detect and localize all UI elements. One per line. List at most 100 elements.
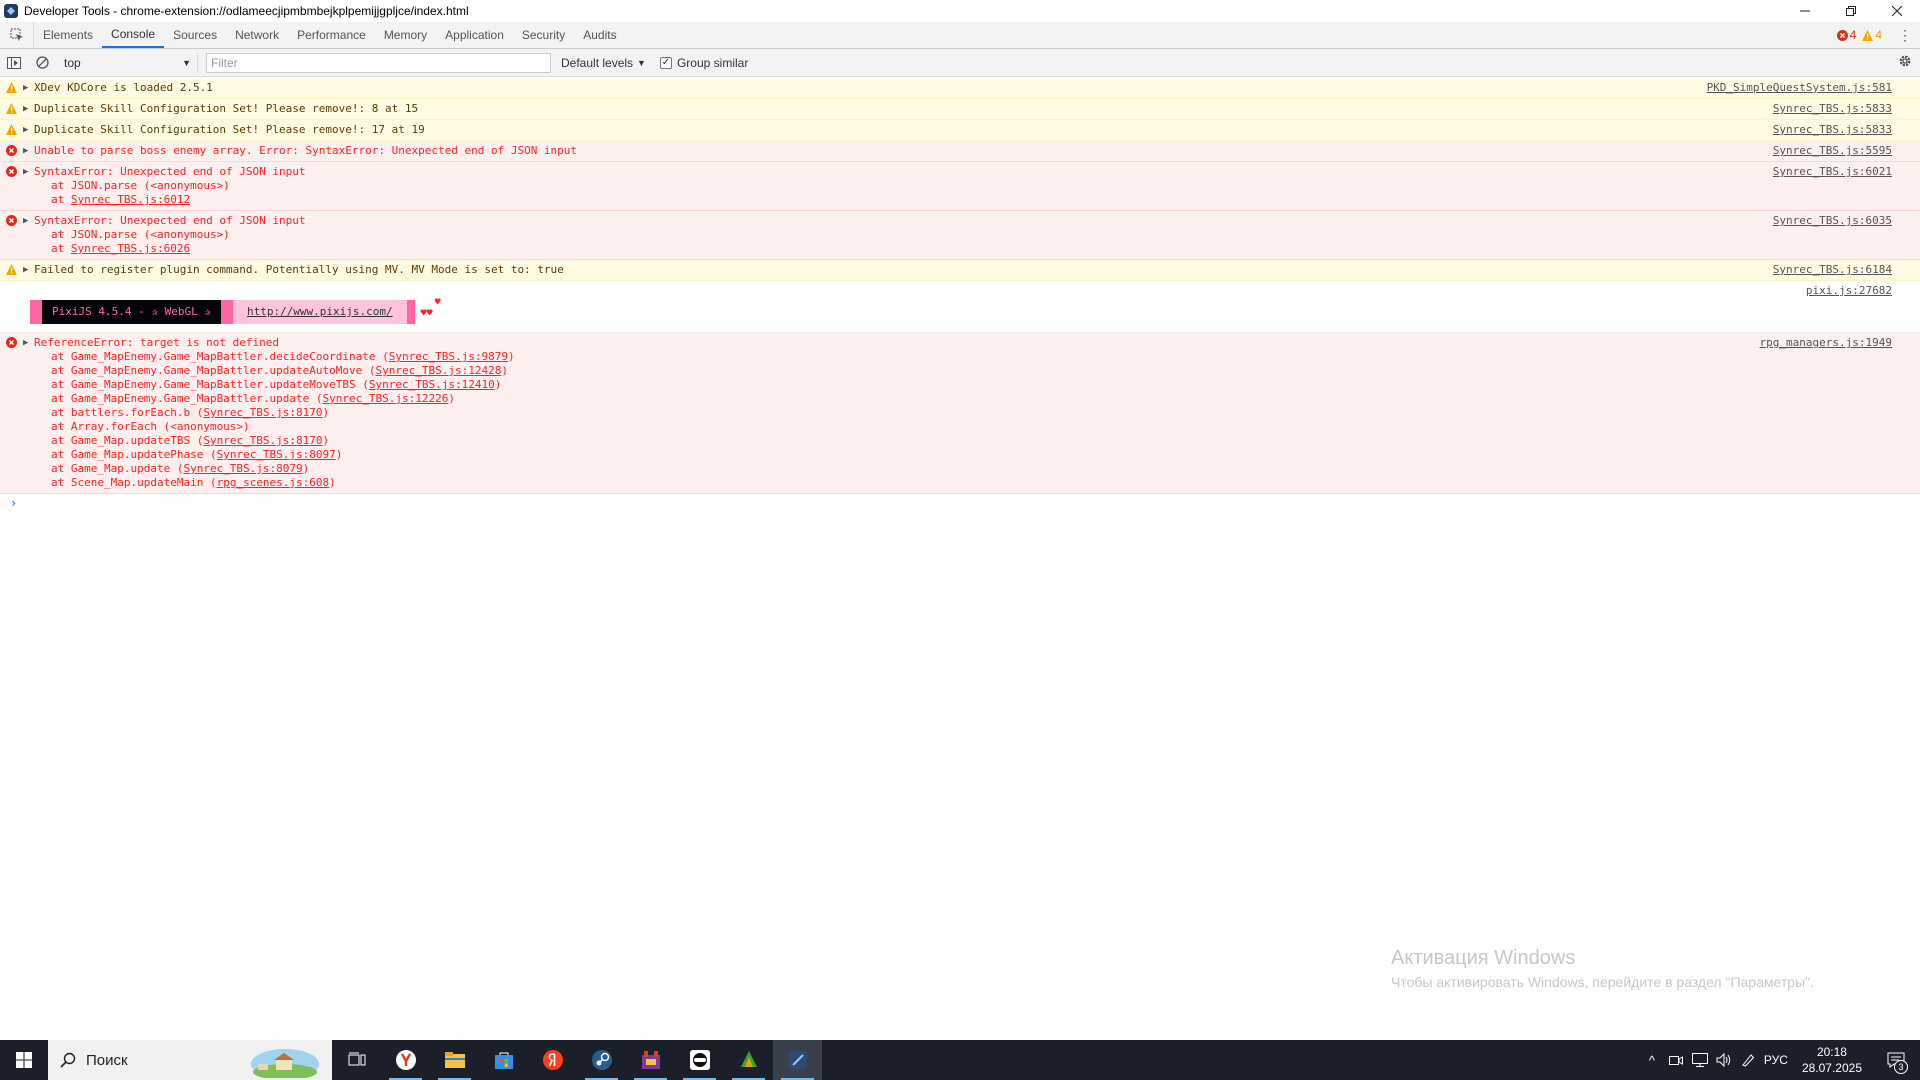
console-message-error[interactable]: ▶ SyntaxError: Unexpected end of JSON in… bbox=[0, 211, 1920, 260]
close-icon[interactable] bbox=[1874, 0, 1920, 22]
stack-trace-link[interactable]: Synrec_TBS.js:8097 bbox=[217, 448, 336, 461]
console-prompt-input[interactable]: › bbox=[0, 494, 1920, 512]
meet-now-icon[interactable] bbox=[1668, 1052, 1684, 1068]
stack-trace-link[interactable]: rpg_scenes.js:608 bbox=[217, 476, 330, 489]
start-button[interactable] bbox=[0, 1040, 48, 1080]
console-message-warning[interactable]: ▶ Failed to register plugin command. Pot… bbox=[0, 260, 1920, 281]
tab-sources[interactable]: Sources bbox=[164, 22, 226, 48]
console-settings-gear-icon[interactable] bbox=[1898, 54, 1912, 71]
stack-trace-line: at JSON.parse (<anonymous>) bbox=[51, 228, 230, 241]
game-icon-1[interactable] bbox=[626, 1040, 675, 1080]
notification-center-icon[interactable]: 3 bbox=[1876, 1040, 1916, 1080]
group-similar-checkbox[interactable]: ✓ bbox=[659, 56, 672, 69]
stack-trace-link[interactable]: Synrec_TBS.js:12410 bbox=[369, 378, 495, 391]
expand-triangle-icon[interactable]: ▶ bbox=[23, 144, 28, 158]
stack-trace-link[interactable]: Synrec_TBS.js:12428 bbox=[376, 364, 502, 377]
tab-elements[interactable]: Elements bbox=[34, 22, 102, 48]
inspect-element-icon[interactable] bbox=[0, 22, 34, 48]
console-message-warning[interactable]: ▶ Duplicate Skill Configuration Set! Ple… bbox=[0, 99, 1920, 120]
source-link[interactable]: Synrec_TBS.js:5595 bbox=[1773, 144, 1892, 158]
stack-trace-link[interactable]: Synrec_TBS.js:8079 bbox=[183, 462, 302, 475]
volume-icon[interactable] bbox=[1716, 1052, 1732, 1068]
windows-taskbar: Поиск ^ РУС 20:18 28.07.2025 3 bbox=[0, 1040, 1920, 1080]
expand-triangle-icon[interactable]: ▶ bbox=[23, 263, 28, 277]
more-options-icon[interactable]: ⋮ bbox=[1898, 27, 1912, 44]
warning-icon bbox=[6, 124, 17, 135]
stack-trace-link[interactable]: Synrec_TBS.js:6012 bbox=[71, 193, 190, 206]
restore-icon[interactable] bbox=[1828, 0, 1874, 22]
search-placeholder: Поиск bbox=[86, 1051, 128, 1069]
filter-input[interactable] bbox=[206, 52, 551, 73]
console-message-error[interactable]: ▶ SyntaxError: Unexpected end of JSON in… bbox=[0, 162, 1920, 211]
tab-performance[interactable]: Performance bbox=[288, 22, 375, 48]
expand-triangle-icon[interactable]: ▶ bbox=[23, 102, 28, 116]
chevron-up-icon[interactable]: ^ bbox=[1644, 1052, 1660, 1068]
expand-triangle-icon[interactable]: ▶ bbox=[23, 123, 28, 137]
taskbar-search-box[interactable]: Поиск bbox=[48, 1040, 332, 1080]
warning-icon bbox=[6, 82, 17, 93]
warning-count-badge[interactable]: 4 bbox=[1862, 28, 1882, 42]
prompt-chevron-icon: › bbox=[10, 496, 18, 510]
stack-trace-line: at Scene_Map.updateMain (rpg_scenes.js:6… bbox=[51, 476, 336, 489]
source-link[interactable]: rpg_managers.js:1949 bbox=[1760, 336, 1892, 350]
group-similar-toggle[interactable]: ✓ Group similar bbox=[659, 56, 748, 70]
stack-trace-link[interactable]: Synrec_TBS.js:8170 bbox=[203, 406, 322, 419]
console-message-warning[interactable]: ▶ XDev KDCore is loaded 2.5.1 PKD_Simple… bbox=[0, 78, 1920, 99]
pixi-version-label: PixiJS 4.5.4 - ✰ WebGL ✰ bbox=[42, 300, 221, 324]
game-icon-2[interactable] bbox=[675, 1040, 724, 1080]
source-link[interactable]: Synrec_TBS.js:6021 bbox=[1773, 165, 1892, 179]
log-levels-dropdown[interactable]: Default levels ▼ bbox=[561, 56, 646, 70]
tab-memory[interactable]: Memory bbox=[375, 22, 436, 48]
taskbar-clock[interactable]: 20:18 28.07.2025 bbox=[1796, 1044, 1868, 1076]
tab-audits[interactable]: Audits bbox=[574, 22, 625, 48]
source-link[interactable]: Synrec_TBS.js:6184 bbox=[1773, 263, 1892, 277]
task-view-icon[interactable] bbox=[332, 1040, 381, 1080]
clear-console-icon[interactable] bbox=[28, 49, 56, 77]
stack-trace-line: at Synrec_TBS.js:6012 bbox=[51, 193, 191, 206]
tab-security[interactable]: Security bbox=[513, 22, 574, 48]
stack-trace-link[interactable]: Synrec_TBS.js:12226 bbox=[323, 392, 449, 405]
devtools-icon[interactable] bbox=[773, 1040, 822, 1080]
show-sidebar-icon[interactable] bbox=[0, 49, 28, 77]
expand-triangle-icon[interactable]: ▶ bbox=[23, 81, 28, 95]
source-link[interactable]: Synrec_TBS.js:5833 bbox=[1773, 102, 1892, 116]
stack-trace-link[interactable]: Synrec_TBS.js:8170 bbox=[203, 434, 322, 447]
console-message-error[interactable]: ▶ ReferenceError: target is not defined … bbox=[0, 333, 1920, 494]
stack-trace-link[interactable]: Synrec_TBS.js:6026 bbox=[71, 242, 190, 255]
stack-trace-line: at JSON.parse (<anonymous>) bbox=[51, 179, 230, 192]
pen-icon[interactable] bbox=[1740, 1052, 1756, 1068]
source-link[interactable]: pixi.js:27682 bbox=[1806, 284, 1892, 298]
error-icon bbox=[6, 215, 17, 226]
console-message-log[interactable]: pixi.js:27682 PixiJS 4.5.4 - ✰ WebGL ✰ h… bbox=[0, 281, 1920, 333]
file-explorer-icon[interactable] bbox=[430, 1040, 479, 1080]
yandex-browser-icon[interactable] bbox=[381, 1040, 430, 1080]
error-count-badge[interactable]: 4 bbox=[1836, 28, 1857, 42]
source-link[interactable]: Synrec_TBS.js:5833 bbox=[1773, 123, 1892, 137]
stack-trace-link[interactable]: Synrec_TBS.js:9879 bbox=[389, 350, 508, 363]
pixi-link[interactable]: http://www.pixijs.com/ bbox=[232, 300, 407, 324]
stack-trace-line: at Game_Map.updatePhase (Synrec_TBS.js:8… bbox=[51, 448, 343, 461]
network-icon[interactable] bbox=[1691, 1052, 1708, 1068]
stack-trace-line: at Game_MapEnemy.Game_MapBattler.decideC… bbox=[51, 350, 515, 363]
store-icon[interactable] bbox=[479, 1040, 528, 1080]
game-icon-3[interactable] bbox=[724, 1040, 773, 1080]
source-link[interactable]: PKD_SimpleQuestSystem.js:581 bbox=[1707, 81, 1892, 95]
search-icon bbox=[60, 1052, 76, 1068]
stack-trace-line: at Game_MapEnemy.Game_MapBattler.updateM… bbox=[51, 378, 502, 391]
minimize-icon[interactable] bbox=[1782, 0, 1828, 22]
tab-console[interactable]: Console bbox=[102, 22, 165, 48]
expand-triangle-icon[interactable]: ▶ bbox=[23, 336, 28, 350]
console-message-error[interactable]: ▶ Unable to parse boss enemy array. Erro… bbox=[0, 141, 1920, 162]
context-selector[interactable]: top ▼ bbox=[58, 52, 198, 73]
expand-triangle-icon[interactable]: ▶ bbox=[23, 214, 28, 228]
expand-triangle-icon[interactable]: ▶ bbox=[23, 165, 28, 179]
language-indicator[interactable]: РУС bbox=[1764, 1053, 1788, 1067]
source-link[interactable]: Synrec_TBS.js:6035 bbox=[1773, 214, 1892, 228]
yandex-icon[interactable] bbox=[528, 1040, 577, 1080]
error-count: 4 bbox=[1849, 28, 1857, 42]
console-message-warning[interactable]: ▶ Duplicate Skill Configuration Set! Ple… bbox=[0, 120, 1920, 141]
tab-network[interactable]: Network bbox=[226, 22, 288, 48]
clock-time: 20:18 bbox=[1816, 1045, 1847, 1059]
steam-icon[interactable] bbox=[577, 1040, 626, 1080]
tab-application[interactable]: Application bbox=[436, 22, 513, 48]
